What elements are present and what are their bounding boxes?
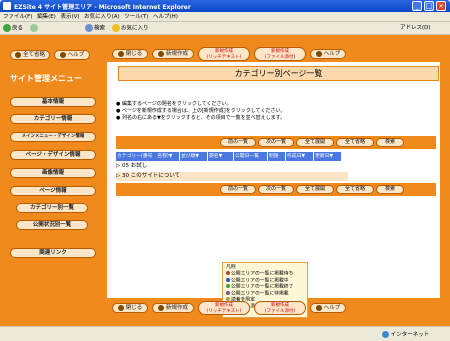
- close-icon: [117, 304, 124, 311]
- forward-arrow-icon: [30, 24, 38, 32]
- back-button[interactable]: 戻る: [3, 24, 23, 33]
- search-button[interactable]: 検索: [85, 24, 105, 33]
- new-file-attachment-button[interactable]: 新規作成 (ファイル添付): [254, 47, 306, 61]
- star-icon: [112, 24, 120, 32]
- ie-icon: [3, 2, 11, 10]
- menu-file[interactable]: ファイル(F): [3, 12, 32, 22]
- col-publish-date: 公開日一覧: [234, 152, 268, 161]
- favorites-button[interactable]: お気に入り: [112, 24, 149, 33]
- status-dot-icon: [226, 284, 230, 288]
- browser-toolbar: 戻る 検索 お気に入り アドレス(D): [0, 22, 450, 35]
- address-label: アドレス(D): [400, 25, 431, 31]
- status-dot-icon: [226, 271, 230, 275]
- instruction-line-1: ● 編集するページの題名をクリックしてください。: [116, 101, 232, 107]
- new-document-icon: [157, 304, 164, 311]
- col-order[interactable]: 並び順▼: [180, 152, 208, 161]
- maximize-button[interactable]: □: [424, 1, 434, 11]
- instruction-line-2: ● ページを新規作成する場合は、上の[新規作成]をクリックしてください。: [116, 108, 286, 114]
- menu-edit[interactable]: 編集(E): [37, 12, 56, 22]
- new-document-icon: [157, 50, 164, 57]
- new-button[interactable]: 新規作成: [152, 49, 194, 59]
- table-row[interactable]: ▷ 30 このサイトについて: [116, 172, 348, 181]
- status-dot-icon: [226, 277, 230, 282]
- collapse-all-button[interactable]: 全て省略: [336, 185, 374, 194]
- prev-list-button[interactable]: 前の一覧: [220, 138, 256, 147]
- window-titlebar: EZSite 4 サイト管理エリア - Microsoft Internet E…: [0, 0, 450, 12]
- col-category[interactable]: カテゴリー(番号 名称)▼: [116, 152, 180, 161]
- search-icon: [85, 24, 93, 32]
- help-icon: [59, 51, 66, 58]
- new-richtext-button-bottom[interactable]: 新規作成 (リッチテキスト): [198, 301, 250, 315]
- list-nav-bar-bottom: 前の一覧 次の一覧 全て展開 全て省略 検索: [116, 183, 436, 196]
- close-button[interactable]: 閉じる: [112, 49, 148, 59]
- menu-favorites[interactable]: お気に入り(A): [84, 12, 120, 22]
- help-button[interactable]: ヘルプ: [310, 49, 346, 59]
- collapse-all-button[interactable]: 全て省略: [336, 138, 374, 147]
- table-row[interactable]: ▷ 05 お試し: [116, 162, 342, 171]
- collapse-all-top-button[interactable]: 全て省略: [10, 50, 50, 60]
- help-top-button[interactable]: ヘルプ: [54, 50, 90, 60]
- sidebar-subitem-publish-status-list[interactable]: 公開状況別一覧: [16, 220, 88, 230]
- list-nav-bar-top: 前の一覧 次の一覧 全て展開 全て省略 検索: [116, 136, 436, 149]
- search-list-button[interactable]: 検索: [376, 185, 404, 194]
- statusbar: インターネット: [0, 326, 450, 341]
- menu-help[interactable]: ヘルプ(H): [153, 12, 178, 22]
- menubar: ファイル(F) 編集(E) 表示(V) お気に入り(A) ツール(T) ヘルプ(…: [0, 12, 450, 22]
- sidebar-item-category-info[interactable]: カテゴリー情報: [10, 114, 96, 124]
- menu-tools[interactable]: ツール(T): [124, 12, 148, 22]
- minimize-button[interactable]: _: [412, 1, 422, 11]
- next-list-button[interactable]: 次の一覧: [258, 185, 294, 194]
- zone-label: インターネット: [382, 330, 429, 338]
- prev-list-button[interactable]: 前の一覧: [220, 185, 256, 194]
- col-updated[interactable]: 更新日▼: [314, 152, 342, 161]
- menu-view[interactable]: 表示(V): [60, 12, 79, 22]
- window-title: EZSite 4 サイト管理エリア - Microsoft Internet E…: [14, 4, 191, 11]
- col-restriction: 制限: [268, 152, 286, 161]
- sidebar-item-main-menu-design[interactable]: メインメニュー・デザイン情報: [10, 132, 96, 142]
- globe-icon: [382, 331, 389, 338]
- help-icon: [315, 50, 322, 57]
- search-list-button[interactable]: 検索: [376, 138, 404, 147]
- page-title: カテゴリー別ページ一覧: [118, 66, 439, 81]
- help-icon: [315, 304, 322, 311]
- status-dot-icon: [226, 290, 230, 295]
- sidebar-heading: サイト管理メニュー: [10, 74, 82, 83]
- help-button-bottom[interactable]: ヘルプ: [310, 303, 346, 313]
- sidebar-item-page-design[interactable]: ページ・デザイン情報: [10, 150, 96, 160]
- expand-all-button[interactable]: 全て展開: [296, 185, 334, 194]
- col-created[interactable]: 作成日▼: [286, 152, 314, 161]
- sidebar-item-image-info[interactable]: 画像情報: [10, 168, 96, 178]
- sidebar-item-related-links[interactable]: 関連リンク: [10, 248, 96, 258]
- sidebar-item-page-info[interactable]: ページ情報: [10, 186, 96, 196]
- new-richtext-button[interactable]: 新規作成 (リッチテキスト): [198, 47, 250, 61]
- forward-button[interactable]: [30, 24, 39, 33]
- instruction-line-3: ● 列名の右にある▼をクリックすると、その項目で一覧を並べ替えします。: [116, 115, 286, 121]
- col-title[interactable]: 題名▼: [208, 152, 234, 161]
- arrow-icon: [14, 51, 21, 58]
- close-icon: [117, 50, 124, 57]
- sidebar-subitem-category-list[interactable]: カテゴリー別一覧: [16, 203, 88, 213]
- close-window-button[interactable]: ×: [436, 1, 446, 11]
- expand-all-button[interactable]: 全て展開: [296, 138, 334, 147]
- new-file-attachment-button-bottom[interactable]: 新規作成 (ファイル添付): [254, 301, 306, 315]
- new-button-bottom[interactable]: 新規作成: [152, 303, 194, 313]
- close-button-bottom[interactable]: 閉じる: [112, 303, 148, 313]
- table-header: カテゴリー(番号 名称)▼ 並び順▼ 題名▼ 公開日一覧 制限 作成日▼ 更新日…: [116, 152, 342, 161]
- sidebar-item-basic-info[interactable]: 基本情報: [10, 97, 96, 107]
- back-arrow-icon: [3, 24, 11, 32]
- next-list-button[interactable]: 次の一覧: [258, 138, 294, 147]
